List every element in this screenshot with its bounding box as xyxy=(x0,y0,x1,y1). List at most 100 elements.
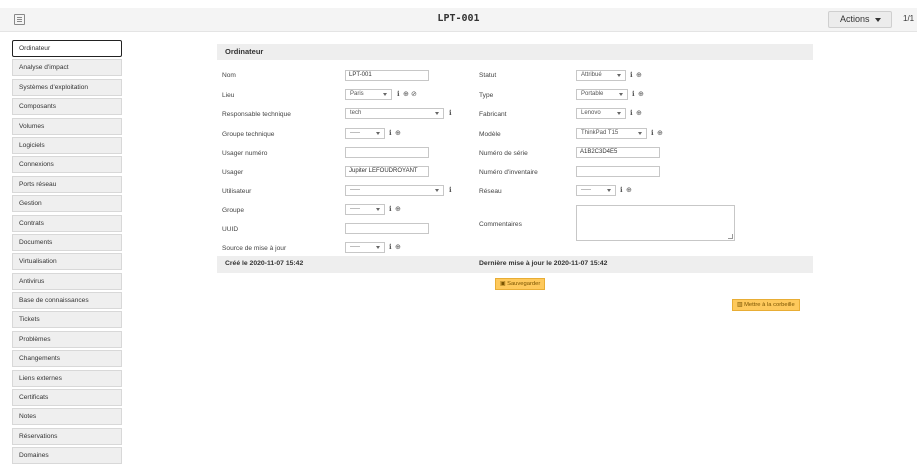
tab-composants[interactable]: Composants xyxy=(12,98,122,116)
statut-value: Attribué xyxy=(581,72,602,78)
numero-serie-input[interactable]: A1B2C3D4E5 xyxy=(576,147,660,158)
label-usager-numero: Usager numéro xyxy=(222,150,268,157)
save-button[interactable]: ▣ Sauvegarder xyxy=(495,278,546,290)
add-icon[interactable]: ⊕ xyxy=(395,204,401,215)
tab-ports-reseau[interactable]: Ports réseau xyxy=(12,175,122,193)
label-numero-serie: Numéro de série xyxy=(479,150,528,157)
utilisateur-select[interactable]: ----- xyxy=(345,185,444,196)
tab-antivirus[interactable]: Antivirus xyxy=(12,272,122,290)
chevron-down-icon xyxy=(607,189,611,192)
info-icon[interactable]: ℹ xyxy=(632,89,635,100)
actions-button[interactable]: Actions xyxy=(828,11,892,28)
modele-select[interactable]: ThinkPad T15 xyxy=(576,128,647,139)
add-icon[interactable]: ⊕ xyxy=(403,89,409,100)
tab-virtualisation[interactable]: Virtualisation xyxy=(12,253,122,271)
add-icon[interactable]: ⊕ xyxy=(626,185,632,196)
fabricant-select[interactable]: Lenovo xyxy=(576,108,626,119)
link-icon[interactable]: ⊘ xyxy=(411,89,417,100)
trash-label: Mettre à la corbeille xyxy=(744,302,795,308)
tab-gestion[interactable]: Gestion xyxy=(12,195,122,213)
usager-numero-input[interactable] xyxy=(345,147,429,158)
label-utilisateur: Utilisateur xyxy=(222,188,252,195)
created-date: Créé le 2020-11-07 15:42 xyxy=(225,260,304,267)
type-select[interactable]: Portable xyxy=(576,89,628,100)
tab-liens-externes[interactable]: Liens externes xyxy=(12,369,122,387)
label-numero-inventaire: Numéro d'inventaire xyxy=(479,169,538,176)
label-nom: Nom xyxy=(222,72,236,79)
add-icon[interactable]: ⊕ xyxy=(638,89,644,100)
label-reseau: Réseau xyxy=(479,188,502,195)
groupe-value: ----- xyxy=(350,206,360,212)
label-uuid: UUID xyxy=(222,226,239,233)
tab-domaines[interactable]: Domaines xyxy=(12,447,122,465)
groupe-technique-value: ----- xyxy=(350,130,360,136)
responsable-select[interactable]: tech xyxy=(345,108,444,119)
tab-certificats[interactable]: Certificats xyxy=(12,389,122,407)
info-icon[interactable]: ℹ xyxy=(449,185,452,196)
pager: 1/1 xyxy=(903,14,915,23)
groupe-technique-select[interactable]: ----- xyxy=(345,128,385,139)
info-icon[interactable]: ℹ xyxy=(630,70,633,81)
chevron-down-icon xyxy=(435,112,439,115)
source-maj-select[interactable]: ----- xyxy=(345,242,385,253)
chevron-down-icon xyxy=(383,93,387,96)
add-icon[interactable]: ⊕ xyxy=(395,128,401,139)
label-usager: Usager xyxy=(222,169,244,176)
groupe-select[interactable]: ----- xyxy=(345,204,385,215)
responsable-value: tech xyxy=(350,110,362,116)
tab-connexions[interactable]: Connexions xyxy=(12,156,122,174)
info-icon[interactable]: ℹ xyxy=(449,108,452,119)
info-icon[interactable]: ℹ xyxy=(651,128,654,139)
info-icon[interactable]: ℹ xyxy=(389,128,392,139)
tab-tickets[interactable]: Tickets xyxy=(12,311,122,329)
info-icon[interactable]: ℹ xyxy=(397,89,400,100)
tab-volumes[interactable]: Volumes xyxy=(12,117,122,135)
tab-analyse-d-impact[interactable]: Analyse d'impact xyxy=(12,59,122,77)
info-icon[interactable]: ℹ xyxy=(389,242,392,253)
commentaires-textarea[interactable] xyxy=(576,205,735,241)
label-groupe-technique: Groupe technique xyxy=(222,131,275,138)
tab-problemes[interactable]: Problèmes xyxy=(12,330,122,348)
reseau-select[interactable]: ----- xyxy=(576,185,616,196)
tab-ordinateur[interactable]: Ordinateur xyxy=(12,40,122,57)
lieu-select[interactable]: Paris xyxy=(345,89,392,100)
label-lieu: Lieu xyxy=(222,92,235,99)
info-icon[interactable]: ℹ xyxy=(389,204,392,215)
type-value: Portable xyxy=(581,91,604,97)
fabricant-value: Lenovo xyxy=(581,110,601,116)
info-bar: Créé le 2020-11-07 15:42 Dernière mise à… xyxy=(217,256,813,273)
lieu-value: Paris xyxy=(350,91,364,97)
chevron-down-icon xyxy=(376,132,380,135)
usager-input[interactable]: Jupiter LEFOUDROYANT xyxy=(345,166,429,177)
chevron-down-icon xyxy=(619,93,623,96)
statut-select[interactable]: Attribué xyxy=(576,70,626,81)
uuid-input[interactable] xyxy=(345,223,429,234)
info-icon[interactable]: ℹ xyxy=(620,185,623,196)
chevron-down-icon xyxy=(435,189,439,192)
resize-handle-icon[interactable] xyxy=(728,234,733,239)
tab-reservations[interactable]: Réservations xyxy=(12,427,122,445)
add-icon[interactable]: ⊕ xyxy=(636,70,642,81)
add-icon[interactable]: ⊕ xyxy=(636,108,642,119)
tab-contrats[interactable]: Contrats xyxy=(12,214,122,232)
tab-notes[interactable]: Notes xyxy=(12,408,122,426)
source-maj-value: ----- xyxy=(350,244,360,250)
label-fabricant: Fabricant xyxy=(479,111,507,118)
tab-logiciels[interactable]: Logiciels xyxy=(12,136,122,154)
actions-label: Actions xyxy=(840,14,870,24)
numero-inventaire-input[interactable] xyxy=(576,166,660,177)
add-icon[interactable]: ⊕ xyxy=(657,128,663,139)
tab-documents[interactable]: Documents xyxy=(12,233,122,251)
nom-input[interactable]: LPT-001 xyxy=(345,70,429,81)
label-responsable: Responsable technique xyxy=(222,111,291,118)
section-header: Ordinateur xyxy=(217,44,813,60)
tab-base-de-connaissances[interactable]: Base de connaissances xyxy=(12,292,122,310)
utilisateur-value: ----- xyxy=(350,187,360,193)
tab-changements[interactable]: Changements xyxy=(12,350,122,368)
trash-button[interactable]: ▥ Mettre à la corbeille xyxy=(732,299,800,311)
info-icon[interactable]: ℹ xyxy=(630,108,633,119)
label-modele: Modèle xyxy=(479,131,501,138)
chevron-down-icon xyxy=(617,112,621,115)
tab-systemes-d-exploitation[interactable]: Systèmes d'exploitation xyxy=(12,78,122,96)
add-icon[interactable]: ⊕ xyxy=(395,242,401,253)
